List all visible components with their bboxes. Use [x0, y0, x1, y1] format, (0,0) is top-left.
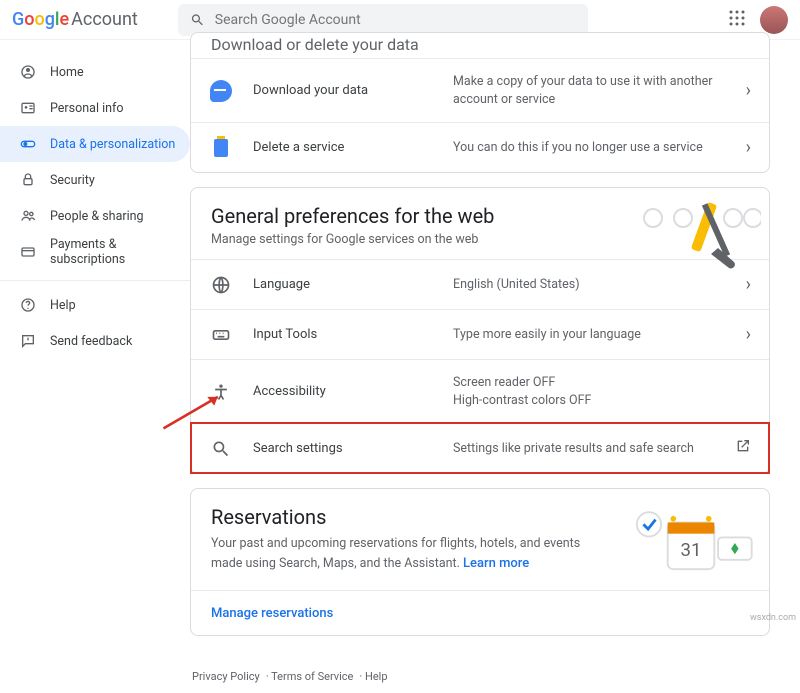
sidebar-item-security[interactable]: Security	[0, 162, 190, 198]
google-logo: Google	[12, 9, 69, 30]
data-card: Download or delete your data Download yo…	[190, 32, 770, 173]
row-desc: Make a copy of your data to use it with …	[453, 73, 746, 108]
lock-icon	[20, 172, 36, 188]
cloud-download-icon	[209, 80, 233, 102]
sidebar-item-data[interactable]: Data & personalization	[0, 126, 190, 162]
row-label: Input Tools	[253, 327, 453, 342]
help-icon	[20, 297, 36, 313]
toggle-icon	[20, 136, 36, 152]
row-desc: Screen reader OFF High-contrast colors O…	[453, 374, 751, 409]
row-language[interactable]: Language English (United States) ›	[191, 259, 769, 309]
chevron-right-icon: ›	[746, 274, 751, 295]
learn-more-link[interactable]: Learn more	[463, 556, 529, 571]
sidebar-item-personal[interactable]: Personal info	[0, 90, 190, 126]
search-icon	[190, 12, 205, 28]
footer-help[interactable]: Help	[365, 670, 388, 683]
search-input[interactable]	[215, 12, 576, 28]
payment-icon	[20, 244, 36, 260]
annotation-arrow	[160, 385, 230, 439]
card-title: Reservations	[211, 505, 609, 529]
footer-privacy[interactable]: Privacy Policy	[192, 670, 260, 683]
home-icon	[20, 64, 36, 80]
main-content: Download or delete your data Download yo…	[190, 40, 800, 693]
row-search-settings[interactable]: Search settings Settings like private re…	[191, 423, 769, 473]
sidebar-item-label: Payments & subscriptions	[50, 237, 190, 267]
keyboard-icon	[209, 325, 233, 345]
sidebar-item-label: Security	[50, 173, 95, 188]
people-icon	[20, 208, 36, 224]
row-accessibility[interactable]: Accessibility Screen reader OFF High-con…	[191, 359, 769, 423]
row-label: Download your data	[253, 83, 453, 98]
account-label: Account	[71, 9, 138, 30]
sidebar-item-payments[interactable]: Payments & subscriptions	[0, 234, 190, 270]
sidebar-item-label: Personal info	[50, 101, 124, 116]
sidebar-item-people[interactable]: People & sharing	[0, 198, 190, 234]
footer: Privacy Policy· Terms of Service· Help	[190, 650, 770, 693]
watermark: wsxdn.com	[750, 613, 796, 623]
sidebar-item-help[interactable]: Help	[0, 287, 190, 323]
open-external-icon	[735, 438, 751, 459]
sidebar-item-label: Home	[50, 65, 84, 80]
row-label: Delete a service	[253, 140, 453, 155]
sidebar-item-label: Help	[50, 298, 76, 313]
sidebar-item-feedback[interactable]: Send feedback	[0, 323, 190, 359]
globe-icon	[209, 275, 233, 295]
row-label: Search settings	[253, 441, 453, 456]
search-box[interactable]	[178, 4, 588, 36]
row-desc: English (United States)	[453, 276, 746, 294]
card-desc: Your past and upcoming reservations for …	[211, 535, 609, 574]
avatar[interactable]	[760, 6, 788, 34]
chevron-right-icon: ›	[746, 80, 751, 101]
row-desc: Settings like private results and safe s…	[453, 440, 735, 458]
feedback-icon	[20, 333, 36, 349]
card-icon	[20, 100, 36, 116]
sidebar: Home Personal info Data & personalizatio…	[0, 40, 190, 693]
apps-icon[interactable]	[728, 9, 746, 31]
manage-reservations-link[interactable]: Manage reservations	[211, 606, 333, 621]
row-desc: Type more easily in your language	[453, 326, 746, 344]
sidebar-item-label: People & sharing	[50, 209, 144, 224]
row-delete-service[interactable]: Delete a service You can do this if you …	[191, 122, 769, 172]
chevron-right-icon: ›	[746, 324, 751, 345]
reservations-card: 31 Reservations Your past and upcoming r…	[190, 488, 770, 636]
row-label: Accessibility	[253, 384, 453, 399]
row-label: Language	[253, 277, 453, 292]
chevron-right-icon: ›	[746, 137, 751, 158]
trash-icon	[209, 139, 233, 157]
footer-terms[interactable]: Terms of Service	[271, 670, 353, 683]
row-download-data[interactable]: Download your data Make a copy of your d…	[191, 58, 769, 122]
row-desc: You can do this if you no longer use a s…	[453, 139, 746, 157]
prefs-card: General preferences for the web Manage s…	[190, 187, 770, 474]
sidebar-item-label: Data & personalization	[50, 137, 175, 152]
card-title: Download or delete your data	[191, 33, 769, 58]
card-title: General preferences for the web	[191, 188, 769, 232]
sidebar-item-label: Send feedback	[50, 334, 132, 349]
row-input-tools[interactable]: Input Tools Type more easily in your lan…	[191, 309, 769, 359]
search-icon	[209, 439, 233, 459]
card-subtitle: Manage settings for Google services on t…	[191, 232, 769, 259]
sidebar-item-home[interactable]: Home	[0, 54, 190, 90]
